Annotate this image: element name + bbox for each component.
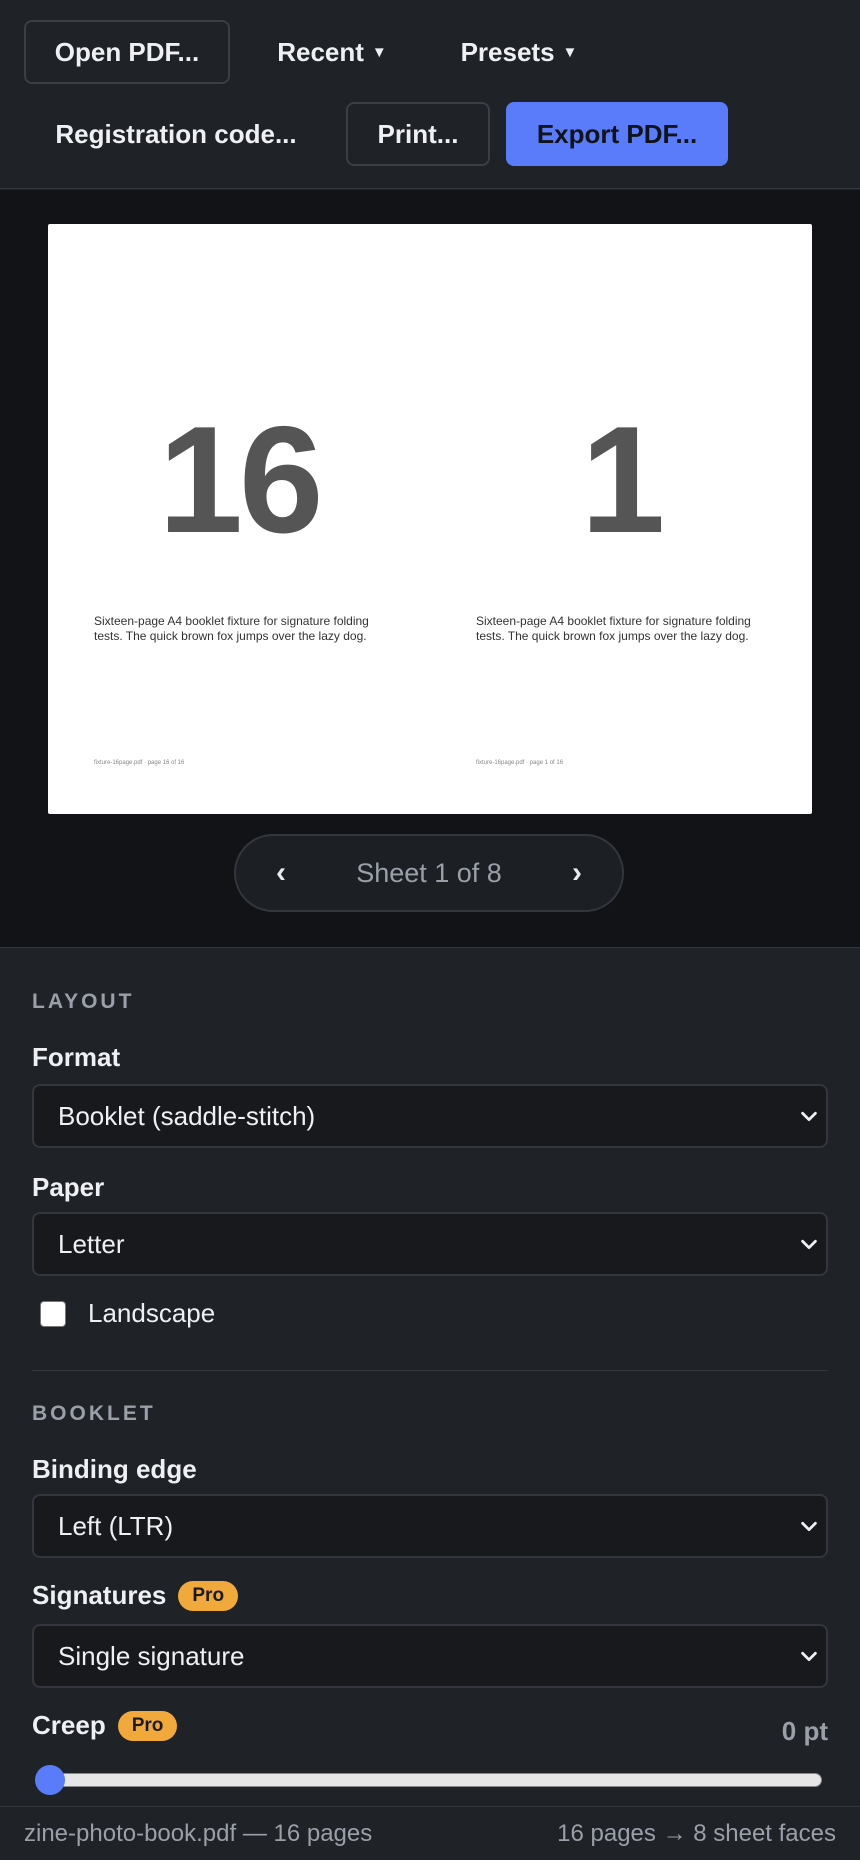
caret-down-icon: ▼	[371, 43, 387, 61]
signatures-label-text: Signatures	[32, 1580, 167, 1610]
next-sheet-button[interactable]: ›	[572, 856, 582, 890]
landscape-label: Landscape	[88, 1298, 216, 1328]
format-select[interactable]: Booklet (saddle-stitch)	[32, 1084, 828, 1148]
export-pdf-button[interactable]: Export PDF...	[506, 102, 728, 166]
paper-label: Paper	[32, 1172, 104, 1203]
creep-label: Creep Pro	[32, 1710, 178, 1741]
print-label: Print...	[377, 118, 459, 149]
chevron-down-icon	[801, 1239, 817, 1250]
preview-stage: 16 Sixteen-page A4 booklet fixture for s…	[0, 190, 860, 948]
binding-edge-label: Binding edge	[32, 1454, 197, 1485]
sheet-pager: ‹ Sheet 1 of 8 ›	[234, 834, 624, 912]
open-pdf-button[interactable]: Open PDF...	[24, 20, 230, 84]
registration-label: Registration code...	[55, 118, 297, 149]
chevron-down-icon	[801, 1651, 817, 1662]
chevron-down-icon	[801, 1521, 817, 1532]
caret-down-icon: ▼	[562, 43, 578, 61]
file-status: zine-photo-book.pdf — 16 pages	[24, 1819, 373, 1847]
prev-sheet-button[interactable]: ‹	[276, 856, 286, 890]
creep-value: 0 pt	[781, 1716, 828, 1746]
pro-badge: Pro	[117, 1710, 178, 1741]
sheet-counter: Sheet 1 of 8	[356, 857, 502, 888]
right-page: 1 Sixteen-page A4 booklet fixture for si…	[430, 224, 812, 814]
page-footer: fixture-16page.pdf · page 16 of 16	[94, 760, 185, 766]
signatures-value: Single signature	[58, 1640, 245, 1671]
paper-select-value: Letter	[58, 1228, 125, 1259]
status-bar: zine-photo-book.pdf — 16 pages 16 pages …	[0, 1806, 860, 1860]
creep-label-text: Creep	[32, 1710, 106, 1740]
registration-code-button[interactable]: Registration code...	[24, 102, 328, 166]
imposition-summary: 16 pages → 8 sheet faces	[557, 1819, 836, 1847]
recent-label: Recent	[277, 36, 364, 67]
page-number: 16	[158, 395, 323, 565]
format-select-value: Booklet (saddle-stitch)	[58, 1100, 316, 1131]
sheet-preview: 16 Sixteen-page A4 booklet fixture for s…	[48, 224, 812, 814]
page-body-text: Sixteen-page A4 booklet fixture for sign…	[476, 614, 751, 643]
presets-label: Presets	[460, 36, 555, 67]
format-label: Format	[32, 1042, 120, 1073]
page-body-text: Sixteen-page A4 booklet fixture for sign…	[94, 614, 369, 643]
binding-edge-value: Left (LTR)	[58, 1510, 174, 1541]
left-page: 16 Sixteen-page A4 booklet fixture for s…	[48, 224, 430, 814]
print-button[interactable]: Print...	[346, 102, 490, 166]
section-divider	[32, 1370, 828, 1371]
presets-menu-button[interactable]: Presets ▼	[444, 20, 594, 84]
recent-menu-button[interactable]: Recent ▼	[262, 20, 402, 84]
layout-section-title: LAYOUT	[32, 990, 135, 1013]
signatures-label: Signatures Pro	[32, 1580, 239, 1611]
chevron-down-icon	[801, 1111, 817, 1122]
landscape-row[interactable]: Landscape	[32, 1298, 215, 1329]
page-number: 1	[580, 395, 666, 565]
pro-badge: Pro	[178, 1580, 239, 1611]
toolbar: Open PDF... Recent ▼ Presets ▼ Registrat…	[0, 0, 860, 189]
page-footer: fixture-16page.pdf · page 1 of 16	[476, 760, 564, 766]
paper-label-text: Paper	[32, 1172, 105, 1202]
binding-edge-select[interactable]: Left (LTR)	[32, 1494, 828, 1558]
paper-select[interactable]: Letter	[32, 1212, 828, 1276]
landscape-checkbox[interactable]	[40, 1300, 66, 1327]
signatures-select[interactable]: Single signature	[32, 1624, 828, 1688]
export-pdf-label: Export PDF...	[536, 118, 698, 149]
format-label-text: Format	[32, 1042, 121, 1072]
creep-slider-track[interactable]	[46, 1773, 822, 1787]
open-pdf-label: Open PDF...	[54, 36, 200, 67]
booklet-section-title: BOOKLET	[32, 1402, 156, 1425]
creep-slider-thumb[interactable]	[35, 1765, 65, 1795]
binding-edge-label-text: Binding edge	[32, 1454, 197, 1484]
